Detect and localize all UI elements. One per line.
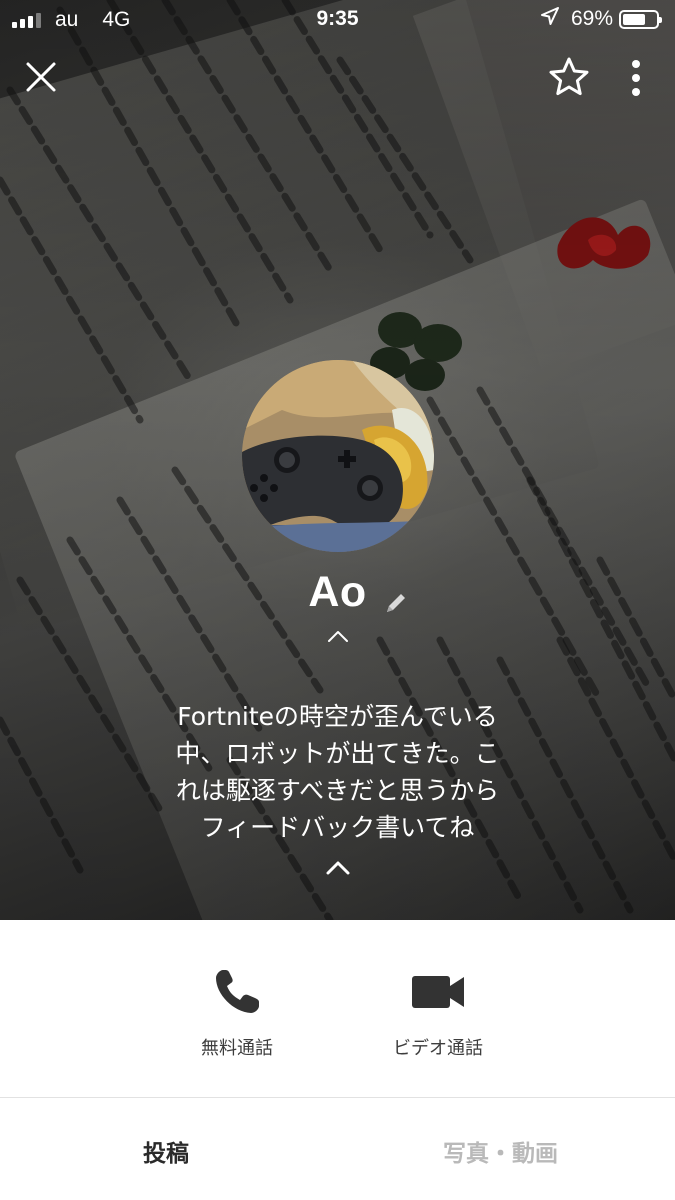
more-vertical-icon bbox=[632, 60, 640, 96]
video-call-button[interactable]: ビデオ通話 bbox=[353, 966, 523, 1060]
avatar[interactable] bbox=[242, 360, 434, 552]
favorite-button[interactable] bbox=[547, 55, 591, 99]
pencil-icon bbox=[387, 594, 405, 612]
close-button[interactable] bbox=[20, 56, 62, 98]
phone-icon bbox=[216, 970, 259, 1013]
status-bar: au 4G 9:35 69% bbox=[0, 0, 675, 40]
profile-name: Ao bbox=[308, 568, 367, 616]
status-right: 69% bbox=[540, 7, 662, 31]
video-camera-icon bbox=[412, 976, 464, 1008]
status-message-line: れは駆逐すべきだと思うから bbox=[175, 776, 500, 805]
free-call-button[interactable]: 無料通話 bbox=[152, 966, 322, 1060]
battery-percent: 69% bbox=[570, 7, 613, 30]
tab-photos-videos[interactable]: 写真・動画 bbox=[443, 1134, 558, 1168]
close-icon bbox=[26, 62, 56, 92]
star-icon bbox=[549, 57, 589, 96]
status-message-line: フィードバック書いてね bbox=[200, 813, 475, 842]
profile-tabs: 投稿 写真・動画 bbox=[0, 1098, 675, 1200]
chevron-up-icon bbox=[326, 861, 350, 875]
status-message[interactable]: Fortniteの時空が歪んでいる 中、ロボットが出てきた。こ れは駆逐すべきだ… bbox=[120, 698, 555, 846]
status-message-line: Fortniteの時空が歪んでいる bbox=[177, 702, 498, 731]
chevron-up-icon bbox=[328, 631, 348, 642]
game-controller-photo bbox=[242, 360, 434, 552]
location-arrow-icon bbox=[540, 7, 559, 31]
collapse-message-toggle[interactable] bbox=[324, 858, 352, 878]
more-options-button[interactable] bbox=[620, 56, 652, 100]
free-call-label: 無料通話 bbox=[201, 1038, 273, 1059]
edit-name-button[interactable] bbox=[381, 588, 411, 618]
status-message-line: 中、ロボットが出てきた。こ bbox=[175, 739, 500, 768]
expand-name-toggle[interactable] bbox=[325, 627, 351, 645]
battery-icon bbox=[619, 9, 662, 29]
video-call-label: ビデオ通話 bbox=[393, 1038, 483, 1059]
tab-posts[interactable]: 投稿 bbox=[143, 1134, 189, 1168]
profile-screen: au 4G 9:35 69% Ao Fortniteの時空が歪んでいる 中、ロボ… bbox=[0, 0, 675, 1200]
action-bar: 無料通話 ビデオ通話 bbox=[0, 920, 675, 1098]
